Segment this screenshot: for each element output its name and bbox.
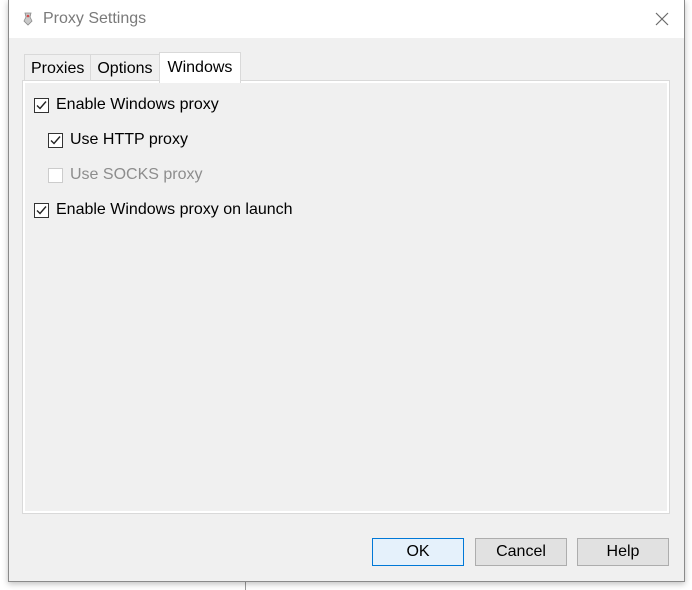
enable-on-launch-checkbox[interactable] [34, 202, 49, 218]
enable-on-launch-label: Enable Windows proxy on launch [56, 201, 293, 218]
close-button[interactable] [640, 0, 684, 38]
ok-button[interactable]: OK [372, 538, 464, 566]
app-icon [23, 12, 33, 26]
use-socks-proxy-label: Use SOCKS proxy [70, 166, 203, 183]
checkmark-icon [36, 205, 47, 215]
use-socks-proxy-checkbox [48, 167, 63, 183]
help-button[interactable]: Help [577, 538, 669, 566]
tab-windows[interactable]: Windows [158, 52, 242, 83]
tab-proxies[interactable]: Proxies [24, 54, 92, 82]
use-http-proxy-checkbox[interactable] [48, 132, 63, 148]
tab-options[interactable]: Options [90, 54, 160, 82]
enable-windows-proxy-option[interactable]: Enable Windows proxy [34, 96, 219, 114]
window-title: Proxy Settings [43, 10, 147, 27]
enable-on-launch-option[interactable]: Enable Windows proxy on launch [34, 201, 293, 219]
use-http-proxy-option[interactable]: Use HTTP proxy [48, 131, 188, 149]
proxy-settings-dialog: Proxy Settings Proxies Options Windows E… [8, 0, 685, 582]
use-socks-proxy-option: Use SOCKS proxy [48, 166, 202, 184]
close-icon [655, 12, 669, 26]
enable-windows-proxy-label: Enable Windows proxy [56, 96, 219, 113]
enable-windows-proxy-checkbox[interactable] [34, 97, 49, 113]
title-bar: Proxy Settings [9, 0, 684, 38]
background-window-edge [245, 582, 246, 590]
checkmark-icon [50, 135, 61, 145]
cancel-button[interactable]: Cancel [475, 538, 567, 566]
tab-strip: Proxies Options Windows [24, 52, 242, 83]
use-http-proxy-label: Use HTTP proxy [70, 131, 188, 148]
checkmark-icon [36, 100, 47, 110]
